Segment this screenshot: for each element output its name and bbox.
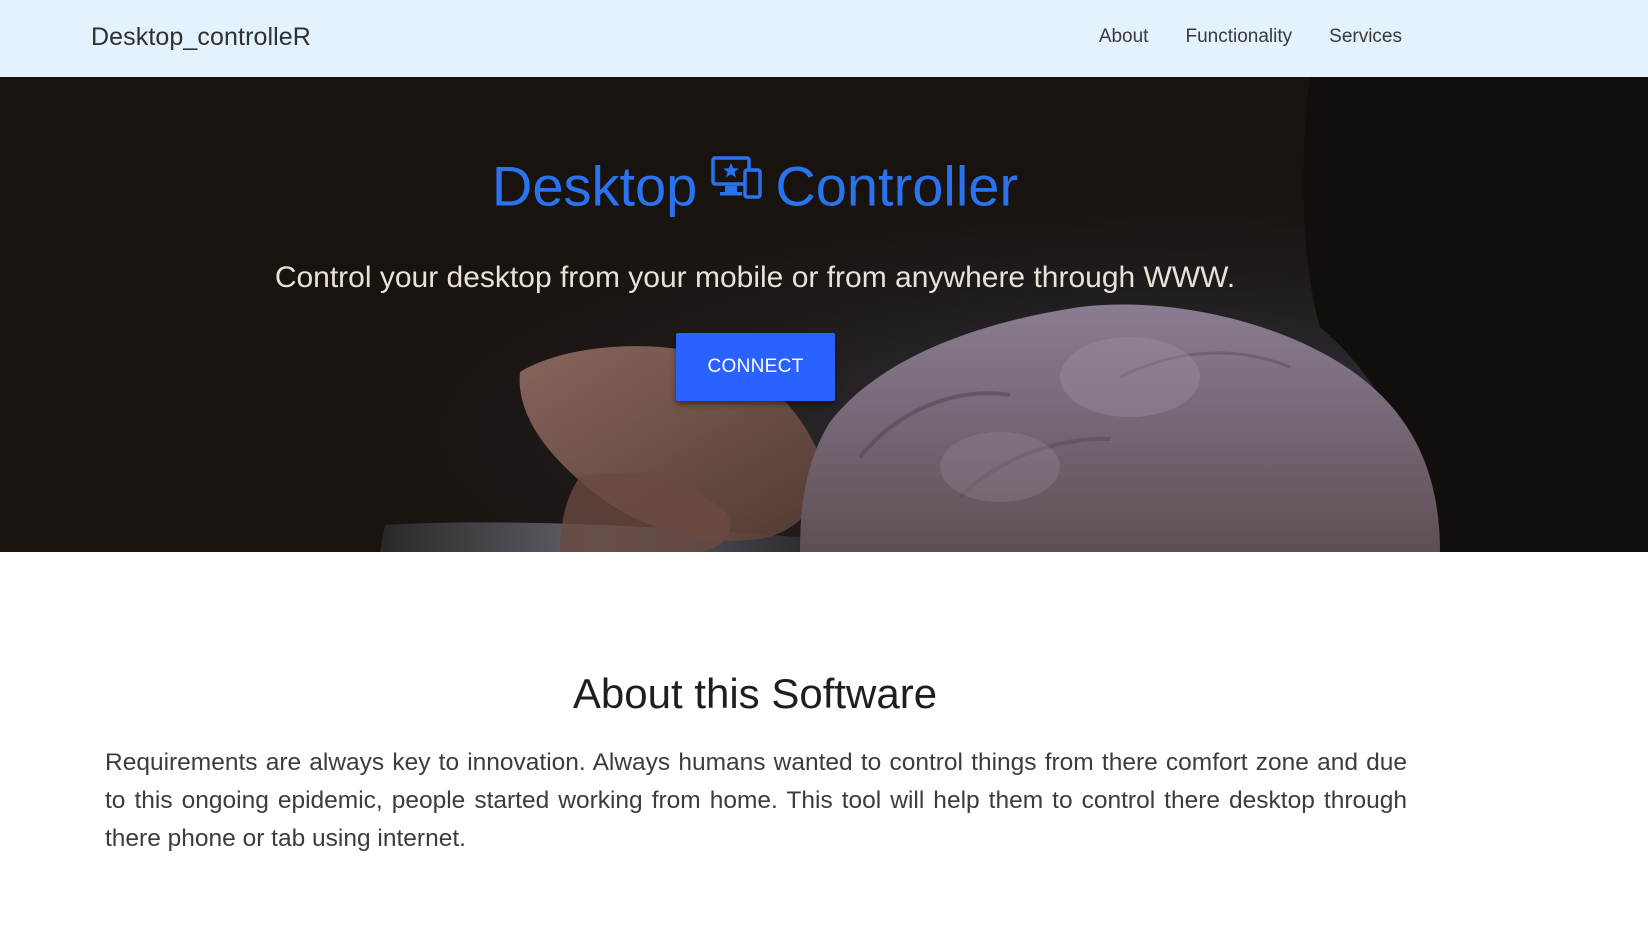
hero-title-left: Desktop: [491, 154, 698, 218]
hero-title-right: Controller: [775, 154, 1019, 218]
about-title: About this Software: [572, 670, 938, 717]
hero-title: Desktop Controller: [0, 149, 1510, 219]
about-description: Requirements are always key to innovatio…: [105, 749, 1407, 852]
connect-button[interactable]: CONNECT: [676, 333, 835, 401]
brand-link[interactable]: Desktop_controlleR: [91, 23, 311, 52]
nav-link-about[interactable]: About: [1099, 26, 1149, 48]
about-section: About this Software Requirements are alw…: [0, 552, 1648, 927]
hero-section: Desktop Controller Control your desktop …: [0, 77, 1648, 552]
desktop-mobile-devices-icon: [711, 148, 763, 213]
nav-links: About Functionality Services: [1099, 26, 1402, 48]
nav-link-functionality[interactable]: Functionality: [1185, 26, 1292, 48]
nav-link-services[interactable]: Services: [1329, 26, 1402, 48]
navbar: Desktop_controlleR About Functionality S…: [0, 0, 1648, 77]
hero-subtitle: Control your desktop from your mobile or…: [274, 261, 1236, 294]
